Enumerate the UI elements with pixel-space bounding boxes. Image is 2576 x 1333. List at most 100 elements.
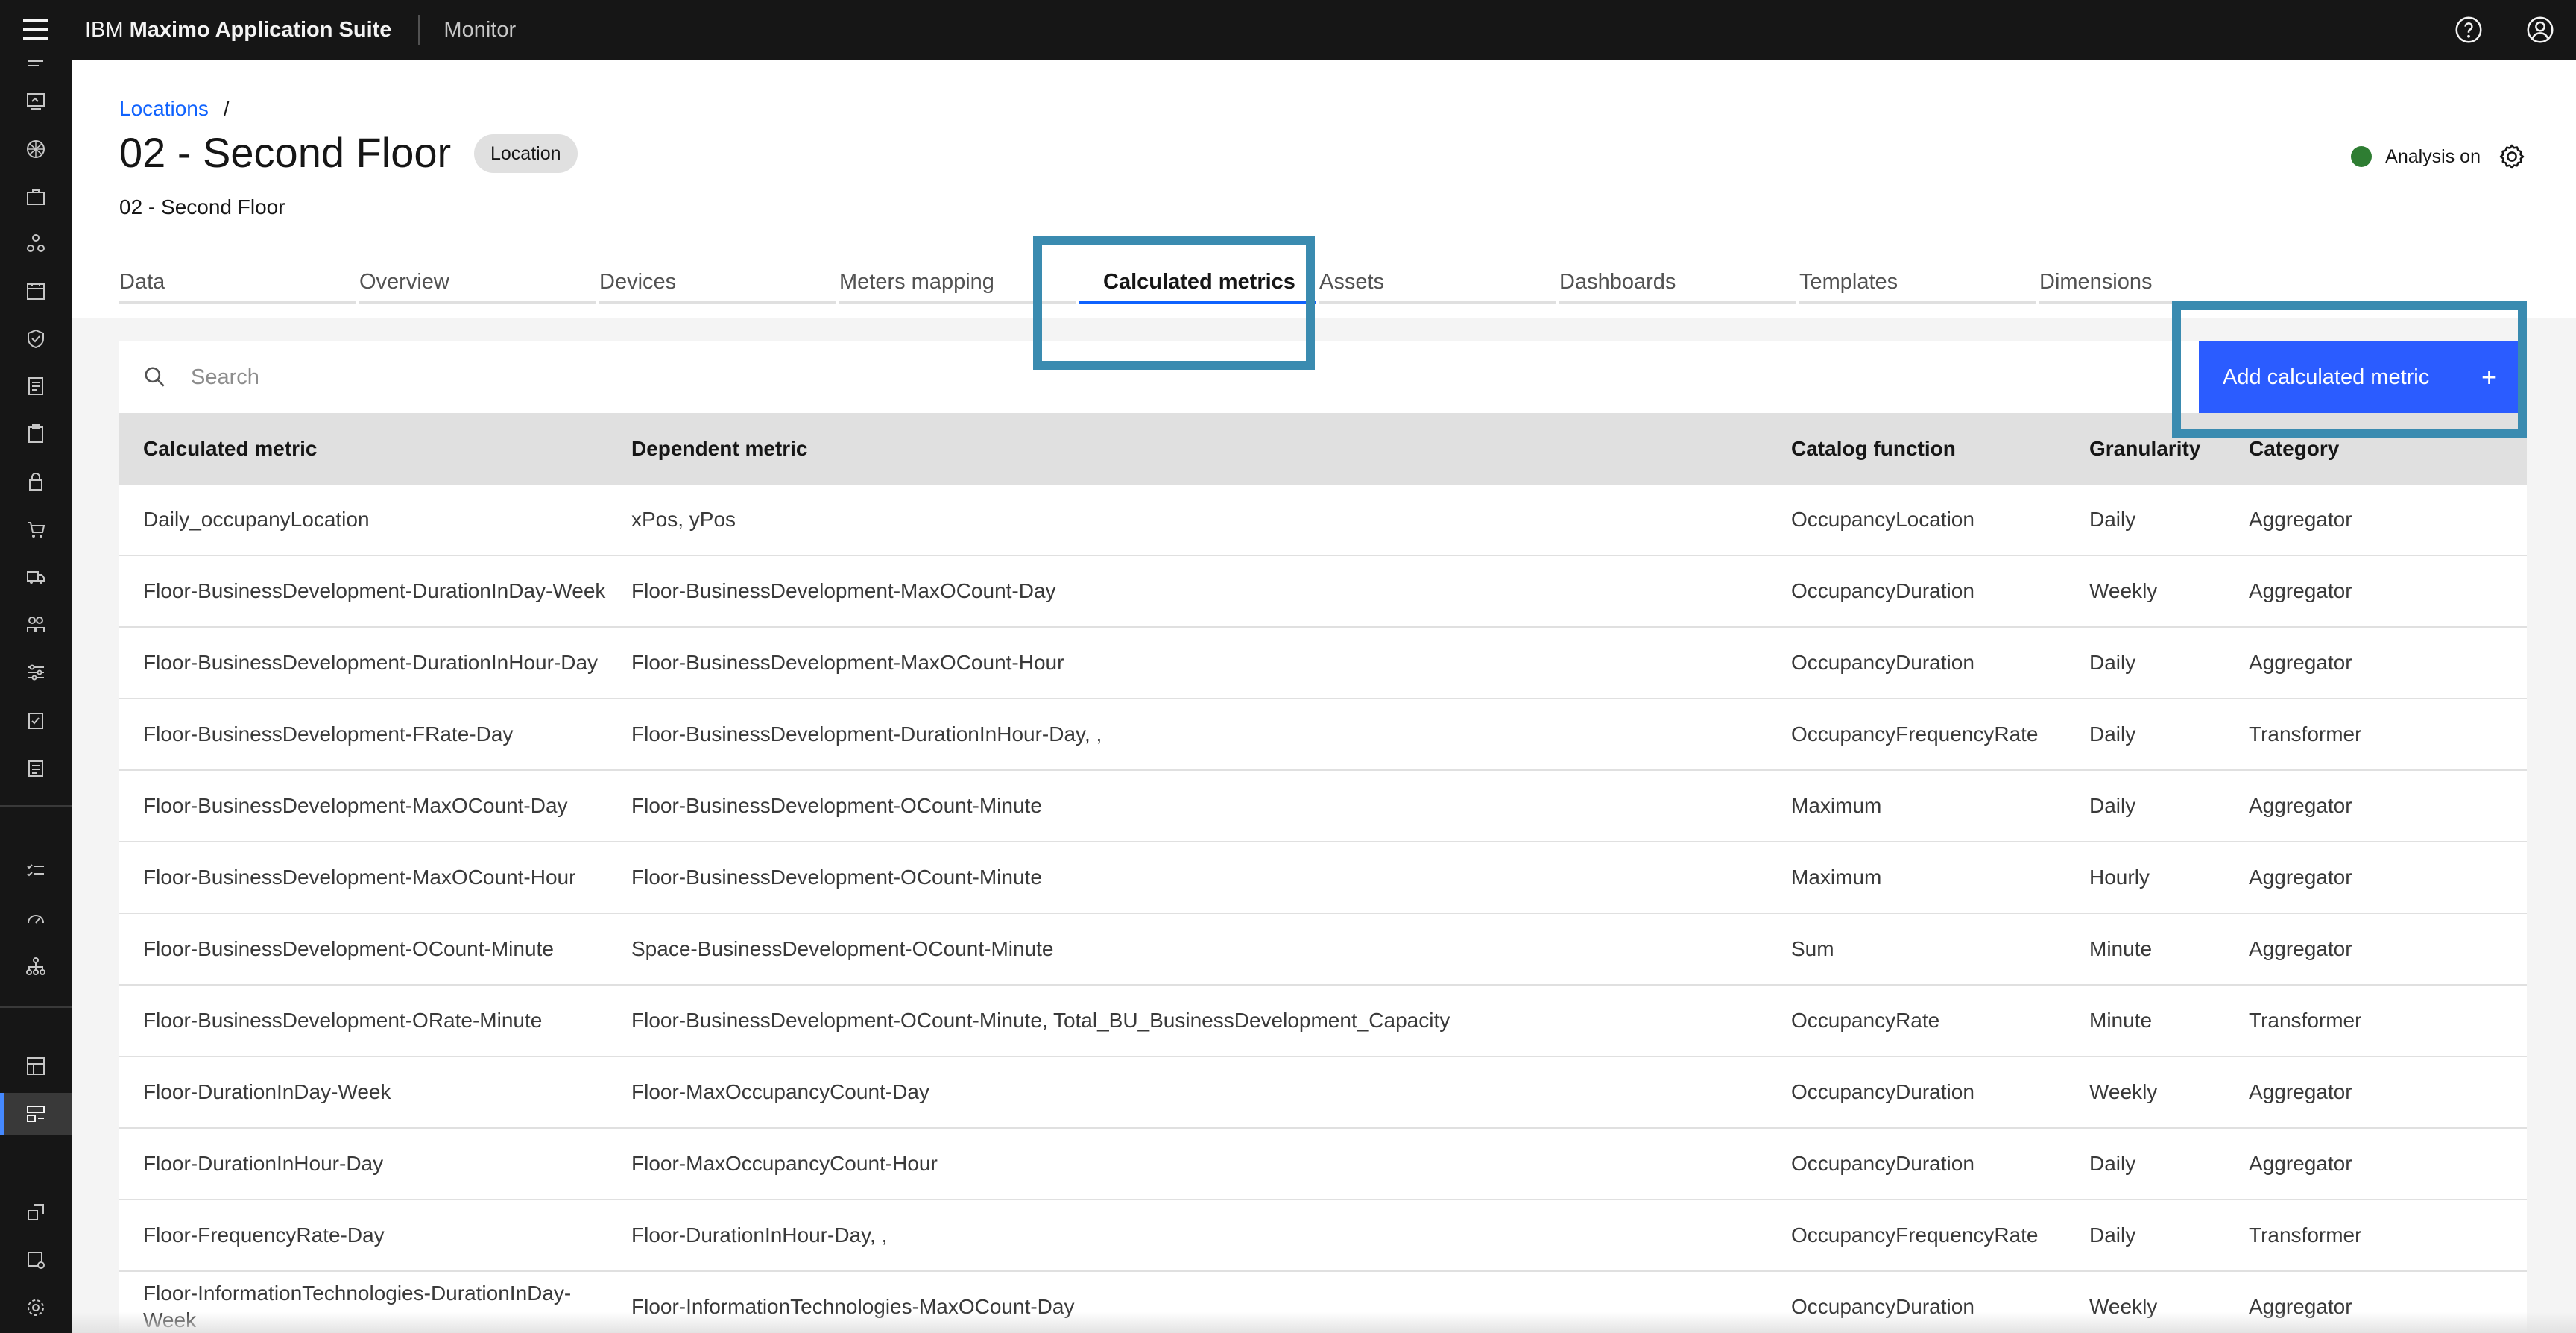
cell-granularity: Weekly (2089, 1080, 2158, 1103)
cell-catalog-function: OccupancyDuration (1791, 1080, 1974, 1103)
nav-item-checklist-icon[interactable] (0, 699, 72, 741)
cell-calculated-metric: Floor-BusinessDevelopment-FRate-Day (143, 722, 514, 746)
top-header-bar: IBM Maximo Application Suite Monitor (0, 0, 2576, 60)
cell-granularity: Minute (2089, 937, 2153, 960)
nav-item-report-icon[interactable] (0, 365, 72, 407)
nav-item-briefcase-icon[interactable] (0, 176, 72, 218)
cell-category: Aggregator (2249, 651, 2352, 674)
nav-item-network-icon[interactable] (0, 128, 72, 170)
search-input[interactable] (191, 341, 2527, 413)
table-row[interactable]: Floor-FrequencyRate-Day Floor-DurationInH… (119, 1200, 2527, 1272)
table-row[interactable]: Floor-BusinessDevelopment-DurationInHour… (119, 628, 2527, 699)
cell-dependent-metric: Floor-BusinessDevelopment-OCount-Minute (631, 794, 1042, 817)
nav-item-task-icon[interactable] (0, 747, 72, 789)
nav-item-locations-icon[interactable] (0, 1093, 72, 1135)
nav-item-delivery-icon[interactable] (0, 556, 72, 598)
calculated-metrics-table: Calculated metric Dependent metric Catal… (119, 413, 2527, 1333)
tab-dimensions[interactable]: Dimensions (2039, 259, 2263, 304)
nav-item-shield-settings-icon[interactable] (0, 1239, 72, 1281)
tab-templates[interactable]: Templates (1799, 259, 2039, 304)
nav-item-clipboard-icon[interactable] (0, 413, 72, 455)
nav-item-settings-icon[interactable] (0, 1287, 72, 1329)
breadcrumb-locations-link[interactable]: Locations (119, 97, 209, 121)
tab-list: Data Overview Devices Meters mapping Cal… (119, 259, 2263, 304)
cell-catalog-function: OccupancyDuration (1791, 579, 1974, 602)
nav-item-hierarchy-icon[interactable] (0, 222, 72, 264)
column-header-catalog-function[interactable]: Catalog function (1767, 435, 2065, 462)
add-button-label: Add calculated metric (2223, 365, 2430, 389)
nav-item-tree-icon[interactable] (0, 945, 72, 987)
location-tag: Location (474, 134, 578, 173)
cell-dependent-metric: Floor-BusinessDevelopment-OCount-Minute (631, 866, 1042, 889)
cell-category: Transformer (2249, 1009, 2362, 1032)
cell-calculated-metric: Floor-BusinessDevelopment-MaxOCount-Day (143, 794, 568, 817)
nav-item-list-check-icon[interactable] (0, 850, 72, 892)
cell-dependent-metric: Floor-BusinessDevelopment-DurationInHour… (631, 722, 1102, 746)
cell-calculated-metric: Floor-DurationInDay-Week (143, 1080, 391, 1103)
hamburger-menu-icon[interactable] (0, 0, 72, 60)
nav-item-resize-icon[interactable] (0, 1191, 72, 1233)
cell-catalog-function: OccupancyRate (1791, 1009, 1940, 1032)
app-brand[interactable]: IBM Maximo Application Suite (85, 18, 391, 42)
breadcrumb: Locations / (119, 97, 230, 121)
user-avatar-icon[interactable] (2504, 0, 2576, 60)
add-calculated-metric-button[interactable]: Add calculated metric + (2199, 341, 2527, 413)
cell-category: Aggregator (2249, 866, 2352, 889)
cell-granularity: Daily (2089, 651, 2136, 674)
cell-calculated-metric: Floor-BusinessDevelopment-MaxOCount-Hour (143, 866, 576, 889)
table-row[interactable]: Floor-DurationInHour-Day Floor-MaxOccupan… (119, 1129, 2527, 1200)
header-divider (418, 15, 420, 45)
cell-granularity: Daily (2089, 508, 2136, 531)
table-row[interactable]: Floor-BusinessDevelopment-ORate-Minute Fl… (119, 986, 2527, 1057)
cell-granularity: Hourly (2089, 866, 2150, 889)
tab-calculated-metrics[interactable]: Calculated metrics (1079, 259, 1319, 304)
table-row[interactable]: Floor-BusinessDevelopment-DurationInDay-… (119, 556, 2527, 628)
cell-dependent-metric: Floor-BusinessDevelopment-MaxOCount-Day (631, 579, 1056, 602)
cell-calculated-metric: Floor-BusinessDevelopment-ORate-Minute (143, 1009, 543, 1032)
table-header: Calculated metric Dependent metric Catal… (119, 413, 2527, 485)
gear-icon[interactable] (2497, 142, 2527, 171)
tab-devices[interactable]: Devices (599, 259, 839, 304)
column-header-calculated-metric[interactable]: Calculated metric (119, 435, 607, 462)
nav-item-cart-icon[interactable] (0, 508, 72, 550)
cell-granularity: Daily (2089, 1223, 2136, 1247)
table-row[interactable]: Floor-BusinessDevelopment-OCount-Minute S… (119, 914, 2527, 986)
tab-dashboards[interactable]: Dashboards (1559, 259, 1799, 304)
product-name: Monitor (443, 17, 517, 42)
breadcrumb-separator: / (223, 97, 230, 120)
page-title: 02 - Second Floor (119, 129, 452, 176)
help-icon[interactable] (2433, 0, 2504, 60)
nav-item-sliders-icon[interactable] (0, 652, 72, 693)
cell-category: Aggregator (2249, 937, 2352, 960)
nav-item-shield-icon[interactable] (0, 318, 72, 359)
nav-item-people-icon[interactable] (0, 604, 72, 646)
column-header-granularity[interactable]: Granularity (2065, 435, 2225, 462)
cell-calculated-metric: Floor-FrequencyRate-Day (143, 1223, 385, 1247)
table-row[interactable]: Floor-DurationInDay-Week Floor-MaxOccupan… (119, 1057, 2527, 1129)
nav-separator (0, 805, 72, 807)
table-row[interactable]: Floor-BusinessDevelopment-FRate-Day Floor… (119, 699, 2527, 771)
table-row[interactable]: Daily_occupanyLocation xPos, yPos Occupanc… (119, 485, 2527, 556)
cell-category: Aggregator (2249, 508, 2352, 531)
table-row[interactable]: Floor-BusinessDevelopment-MaxOCount-Day F… (119, 771, 2527, 842)
scroll-fade (72, 1312, 2576, 1333)
cell-granularity: Weekly (2089, 579, 2158, 602)
cell-granularity: Daily (2089, 794, 2136, 817)
tab-overview[interactable]: Overview (359, 259, 599, 304)
cell-catalog-function: OccupancyDuration (1791, 651, 1974, 674)
cell-category: Aggregator (2249, 794, 2352, 817)
column-header-dependent-metric[interactable]: Dependent metric (607, 435, 1767, 462)
nav-item-calendar-icon[interactable] (0, 270, 72, 312)
plus-icon: + (2481, 362, 2497, 392)
nav-item-monitor-icon[interactable] (0, 81, 72, 122)
tab-data[interactable]: Data (119, 259, 359, 304)
tab-assets[interactable]: Assets (1319, 259, 1559, 304)
tab-meters-mapping[interactable]: Meters mapping (839, 259, 1079, 304)
table-row[interactable]: Floor-BusinessDevelopment-MaxOCount-Hour… (119, 842, 2527, 914)
nav-item-gauge-icon[interactable] (0, 898, 72, 939)
nav-item-lock-icon[interactable] (0, 461, 72, 502)
nav-item-dashboard-icon[interactable] (0, 1045, 72, 1087)
nav-item-top-partial-icon[interactable] (0, 52, 72, 75)
column-header-category[interactable]: Category (2225, 435, 2527, 462)
header-actions (2433, 0, 2576, 60)
